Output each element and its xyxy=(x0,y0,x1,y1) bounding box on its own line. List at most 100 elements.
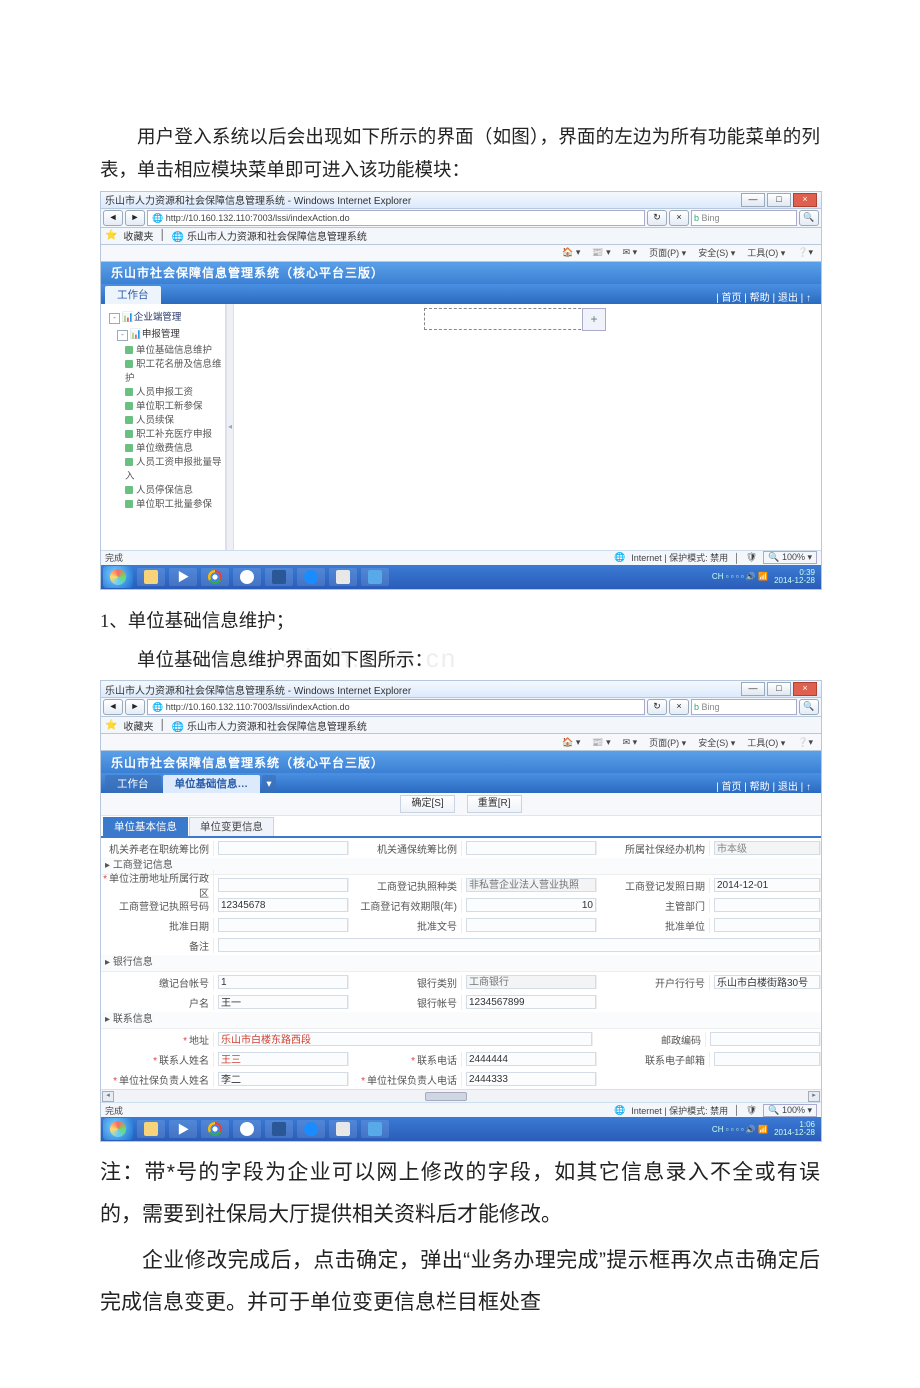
tree-item[interactable]: 职工花名册及信息维护 xyxy=(103,356,223,384)
tools-menu[interactable]: 工具(O) ▾ xyxy=(743,246,789,259)
refresh-button[interactable]: ↻ xyxy=(647,210,667,226)
page-menu[interactable]: 页面(P) ▾ xyxy=(645,736,690,749)
add-tab-button[interactable]: + xyxy=(582,308,606,331)
input-phone[interactable] xyxy=(466,1052,596,1066)
mail-icon[interactable]: ✉ ▾ xyxy=(619,247,642,258)
favorites-label[interactable]: 收藏夹 xyxy=(123,718,153,733)
taskbar-word[interactable] xyxy=(265,1120,293,1138)
tree-item[interactable]: 人员续保 xyxy=(103,412,223,426)
refresh-button[interactable]: ↻ xyxy=(647,699,667,715)
address-bar[interactable]: 🌐 http://10.160.132.110:7003/lssi/indexA… xyxy=(147,699,645,715)
input-branch[interactable] xyxy=(714,975,820,989)
tab-dropdown[interactable]: ▾ xyxy=(262,775,276,793)
safety-menu[interactable]: 安全(S) ▾ xyxy=(694,736,739,749)
subtab-basic[interactable]: 单位基本信息 xyxy=(103,817,188,836)
input-addr[interactable] xyxy=(218,1032,592,1046)
tree-item[interactable]: 人员申报工资 xyxy=(103,384,223,398)
search-button[interactable]: 🔍 xyxy=(799,210,819,226)
taskbar-explorer[interactable] xyxy=(137,1120,165,1138)
tree-item[interactable]: 人员工资申报批量导入 xyxy=(103,454,223,482)
taskbar-qq[interactable] xyxy=(233,568,261,586)
input-approve-unit[interactable] xyxy=(714,918,820,932)
taskbar-ie[interactable] xyxy=(297,568,325,586)
taskbar-app[interactable] xyxy=(329,1120,357,1138)
taskbar-chrome[interactable] xyxy=(201,568,229,586)
tab-workbench[interactable]: 工作台 xyxy=(105,775,161,793)
taskbar-qq[interactable] xyxy=(233,1120,261,1138)
taskbar-app[interactable] xyxy=(329,568,357,586)
input-approve-no[interactable] xyxy=(466,918,596,932)
input-bankacct[interactable] xyxy=(466,995,596,1009)
home-icon[interactable]: 🏠 ▾ xyxy=(558,247,584,258)
tree-root[interactable]: -📊企业端管理 xyxy=(103,308,223,325)
input-contact[interactable] xyxy=(218,1052,348,1066)
app-right-nav[interactable]: | 首页 | 帮助 | 退出 | ↑ xyxy=(716,778,817,793)
reset-button[interactable]: 重置[R] xyxy=(467,795,522,813)
minimize-button[interactable]: — xyxy=(741,682,765,696)
zoom-control[interactable]: 🔍 100% ▾ xyxy=(763,551,817,564)
taskbar-explorer[interactable] xyxy=(137,568,165,586)
help-icon[interactable]: ❔▾ xyxy=(793,737,817,748)
input-retire-ratio[interactable] xyxy=(218,841,348,855)
start-button[interactable] xyxy=(103,1118,133,1140)
favorite-link[interactable]: 🌐 乐山市人力资源和社会保障信息管理系统 xyxy=(172,228,367,243)
tree-item[interactable]: 职工补充医疗申报 xyxy=(103,426,223,440)
input-name[interactable] xyxy=(218,995,348,1009)
stop-button[interactable]: × xyxy=(669,210,689,226)
input-hosp-ratio[interactable] xyxy=(466,841,596,855)
select-biztype[interactable] xyxy=(466,878,596,892)
favorites-label[interactable]: 收藏夹 xyxy=(123,228,153,243)
splitter-handle[interactable]: ◂ xyxy=(226,304,234,550)
search-button[interactable]: 🔍 xyxy=(799,699,819,715)
input-remark[interactable] xyxy=(218,938,820,952)
select-banktype[interactable] xyxy=(466,975,596,989)
tab-workbench[interactable]: 工作台 xyxy=(105,286,161,304)
feeds-icon[interactable]: 📰 ▾ xyxy=(588,247,614,258)
select-region[interactable] xyxy=(218,878,348,892)
stop-button[interactable]: × xyxy=(669,699,689,715)
input-ssname[interactable] xyxy=(218,1072,348,1086)
input-ssphone[interactable] xyxy=(466,1072,596,1086)
input-email[interactable] xyxy=(714,1052,820,1066)
taskbar-app[interactable] xyxy=(361,1120,389,1138)
system-tray[interactable]: CH ▫ ▫ ▫ ▫ 🔊 📶 1:062014-12-28 xyxy=(712,1121,819,1137)
start-button[interactable] xyxy=(103,566,133,588)
search-box[interactable]: b Bing xyxy=(691,699,797,715)
feeds-icon[interactable]: 📰 ▾ xyxy=(588,737,614,748)
page-menu[interactable]: 页面(P) ▾ xyxy=(645,246,690,259)
tree-item[interactable]: 单位职工新参保 xyxy=(103,398,223,412)
back-button[interactable]: ◄ xyxy=(103,210,123,226)
subtab-change[interactable]: 单位变更信息 xyxy=(189,817,274,836)
mail-icon[interactable]: ✉ ▾ xyxy=(619,737,642,748)
input-license[interactable] xyxy=(218,898,348,912)
favorites-icon[interactable]: ⭐ xyxy=(105,720,117,731)
confirm-button[interactable]: 确定[S] xyxy=(400,795,454,813)
zoom-control[interactable]: 🔍 100% ▾ xyxy=(763,1104,817,1117)
taskbar-chrome[interactable] xyxy=(201,1120,229,1138)
favorite-link[interactable]: 🌐 乐山市人力资源和社会保障信息管理系统 xyxy=(172,718,367,733)
input-acct[interactable] xyxy=(218,975,348,989)
taskbar-ie[interactable] xyxy=(297,1120,325,1138)
home-icon[interactable]: 🏠 ▾ xyxy=(558,737,584,748)
input-dept[interactable] xyxy=(714,898,820,912)
horizontal-scrollbar[interactable]: ◂▸ xyxy=(101,1089,821,1102)
tree-item[interactable]: 单位职工批量参保 xyxy=(103,496,223,510)
close-button[interactable]: × xyxy=(793,682,817,696)
input-valid[interactable] xyxy=(466,898,596,912)
input-issuedate[interactable] xyxy=(714,878,820,892)
tree-item[interactable]: 单位缴费信息 xyxy=(103,440,223,454)
maximize-button[interactable]: □ xyxy=(767,682,791,696)
taskbar-app[interactable] xyxy=(361,568,389,586)
tab-unit-info[interactable]: 单位基础信息… xyxy=(163,775,261,793)
input-zip[interactable] xyxy=(710,1032,820,1046)
forward-button[interactable]: ► xyxy=(125,699,145,715)
favorites-icon[interactable]: ⭐ xyxy=(105,230,117,241)
tree-sub[interactable]: -📊申报管理 xyxy=(103,325,223,342)
help-icon[interactable]: ❔▾ xyxy=(793,247,817,258)
system-tray[interactable]: CH ▫ ▫ ▫ ▫ 🔊 📶 0:392014-12-28 xyxy=(712,569,819,585)
app-right-nav[interactable]: | 首页 | 帮助 | 退出 | ↑ xyxy=(716,289,817,304)
maximize-button[interactable]: □ xyxy=(767,193,791,207)
taskbar-media[interactable] xyxy=(169,1120,197,1138)
taskbar-media[interactable] xyxy=(169,568,197,586)
taskbar-word[interactable] xyxy=(265,568,293,586)
